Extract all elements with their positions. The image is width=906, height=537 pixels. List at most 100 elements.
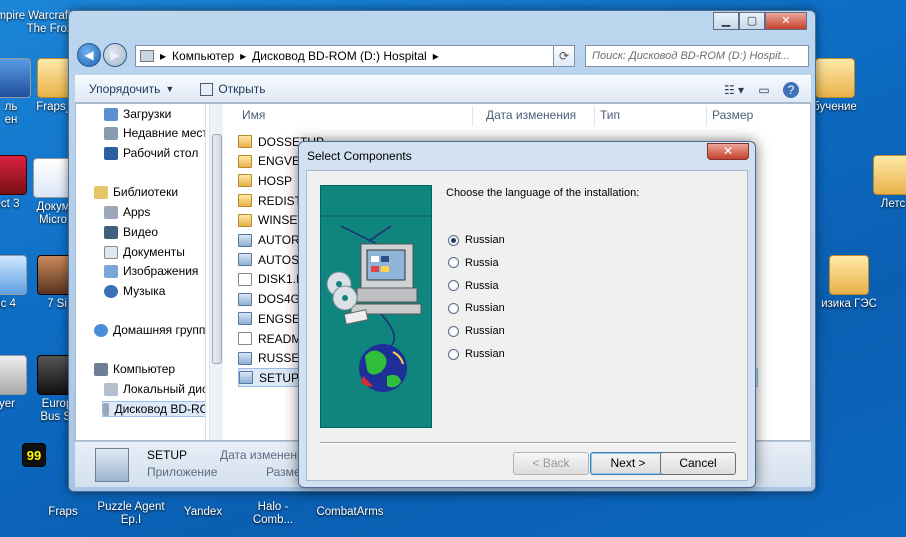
language-prompt: Choose the language of the installation:: [446, 187, 640, 199]
file-name: AUTOS: [258, 252, 300, 267]
column-header-date[interactable]: Дата изменения: [486, 108, 576, 122]
language-option[interactable]: Russian: [448, 234, 505, 246]
breadcrumb-separator: ▸: [240, 49, 247, 63]
column-header-size[interactable]: Размер: [712, 108, 753, 122]
next-button[interactable]: Next >: [590, 452, 666, 475]
close-button[interactable]: ✕: [765, 12, 807, 30]
nav-label: Apps: [123, 205, 151, 219]
language-option[interactable]: Russian: [448, 348, 505, 360]
desktop-icon-fraps-99[interactable]: 99: [14, 443, 54, 470]
nav-pane-scrollbar[interactable]: [209, 104, 223, 440]
desktop-label-halo[interactable]: Halo - Comb...: [238, 501, 308, 527]
nav-item-computer[interactable]: Компьютер: [94, 362, 175, 376]
nav-item-downloads[interactable]: Загрузки: [104, 107, 171, 121]
file-name: AUTOR: [258, 233, 300, 247]
nav-item-music[interactable]: Музыка: [104, 284, 165, 298]
images-icon: [104, 264, 118, 278]
computer-globe-illustration: [321, 215, 431, 392]
nav-label: Компьютер: [113, 362, 176, 376]
nav-item-apps[interactable]: Apps: [104, 205, 150, 219]
language-option[interactable]: Russia: [448, 257, 499, 269]
view-options-icon[interactable]: ☷ ▾: [723, 80, 745, 100]
radio-button[interactable]: [448, 280, 459, 292]
library-icon: [94, 185, 108, 199]
chevron-down-icon: ▼: [165, 84, 175, 94]
dialog-close-button[interactable]: ✕: [707, 143, 749, 160]
breadcrumb-separator: ▸: [432, 49, 439, 63]
application-icon: [238, 292, 252, 306]
desktop-icon-right-2[interactable]: Летс: [858, 155, 906, 211]
nav-item-documents[interactable]: Документы: [104, 245, 185, 259]
language-option[interactable]: Russian: [448, 325, 505, 337]
desktop-label-combatarms[interactable]: CombatArms: [310, 506, 390, 519]
address-bar[interactable]: ▸ Компьютер ▸ Дисковод BD-ROM (D:) Hospi…: [135, 45, 575, 67]
search-input[interactable]: Поиск: Дисковод BD-ROM (D:) Hospit...: [585, 45, 809, 67]
breadcrumb-computer[interactable]: Компьютер: [172, 49, 234, 63]
documents-icon: [104, 245, 118, 259]
column-separator: [594, 106, 595, 126]
nav-label: Локальный диск: [123, 382, 206, 396]
back-button[interactable]: < Back: [513, 452, 589, 475]
nav-item-bd-drive[interactable]: Дисковод BD-RO: [102, 401, 206, 417]
file-icon: [238, 332, 252, 345]
nav-item-homegroup[interactable]: Домашняя группа: [94, 323, 205, 337]
folder-icon: [238, 213, 252, 227]
desktop-icon-label: yer: [0, 398, 15, 410]
desktop-icon-right-3[interactable]: изика ГЭС: [806, 255, 892, 311]
column-header-name[interactable]: Имя: [242, 108, 265, 122]
language-option[interactable]: Russia: [448, 280, 499, 292]
computer-icon: [94, 362, 108, 376]
homegroup-icon: [94, 323, 108, 337]
dialog-body: Choose the language of the installation:…: [306, 170, 748, 481]
maximize-button[interactable]: ▢: [739, 12, 765, 30]
file-icon: [238, 272, 252, 286]
language-option-label: Russia: [465, 256, 499, 269]
select-components-dialog: Select Components ✕ Choose the language …: [298, 141, 756, 488]
radio-button[interactable]: [448, 234, 459, 246]
language-option-label: Russian: [465, 325, 505, 338]
radio-button[interactable]: [448, 325, 459, 337]
desktop-label-yandex[interactable]: Yandex: [168, 506, 238, 519]
nav-item-libraries[interactable]: Библиотеки: [94, 185, 178, 199]
cancel-button[interactable]: Cancel: [660, 452, 736, 475]
desktop-icon-label: Летс: [880, 198, 906, 210]
nav-item-recent[interactable]: Недавние места: [104, 126, 206, 140]
preview-pane-icon[interactable]: ▭: [753, 80, 775, 100]
forward-button[interactable]: ▶: [103, 43, 127, 67]
nav-item-local-disk[interactable]: Локальный диск: [104, 382, 206, 396]
nav-item-images[interactable]: Изображения: [104, 264, 198, 278]
disk-icon: [104, 382, 118, 396]
downloads-icon: [104, 107, 118, 121]
radio-button[interactable]: [448, 348, 459, 360]
open-button[interactable]: Открыть: [200, 82, 265, 96]
minimize-button[interactable]: ▁: [713, 12, 739, 30]
music-icon: [104, 284, 118, 298]
refresh-icon[interactable]: ⟳: [553, 45, 575, 67]
desktop-icon-label: бучение: [813, 101, 857, 113]
language-option-label: Russia: [465, 279, 499, 292]
column-separator: [706, 106, 707, 126]
organize-menu[interactable]: Упорядочить ▼: [89, 82, 174, 96]
nav-label: Библиотеки: [113, 185, 179, 199]
language-option[interactable]: Russian: [448, 302, 505, 314]
nav-label: Дисковод BD-RO: [114, 402, 206, 416]
breadcrumb-drive[interactable]: Дисковод BD-ROM (D:) Hospital: [252, 49, 427, 63]
nav-item-desktop[interactable]: Рабочий стол: [104, 146, 198, 160]
dialog-title: Select Components: [307, 149, 412, 163]
back-button[interactable]: ◀: [77, 43, 101, 67]
help-icon[interactable]: ?: [783, 82, 799, 98]
scrollbar-thumb[interactable]: [212, 134, 222, 364]
desktop-label-puzzle-agent[interactable]: Puzzle Agent Ep.I: [96, 501, 166, 527]
open-label: Открыть: [218, 82, 266, 96]
desktop-icon-label: Докум Micro: [36, 201, 70, 226]
open-icon: [200, 82, 214, 96]
nav-label: Недавние места: [123, 126, 206, 140]
column-header-type[interactable]: Тип: [600, 108, 620, 122]
radio-button[interactable]: [448, 302, 459, 314]
radio-button[interactable]: [448, 257, 459, 269]
details-file-name: SETUP: [147, 448, 188, 462]
folder-icon: [238, 194, 252, 208]
nav-item-video[interactable]: Видео: [104, 225, 158, 239]
column-separator: [472, 106, 473, 126]
desktop-label-fraps[interactable]: Fraps: [28, 506, 98, 519]
